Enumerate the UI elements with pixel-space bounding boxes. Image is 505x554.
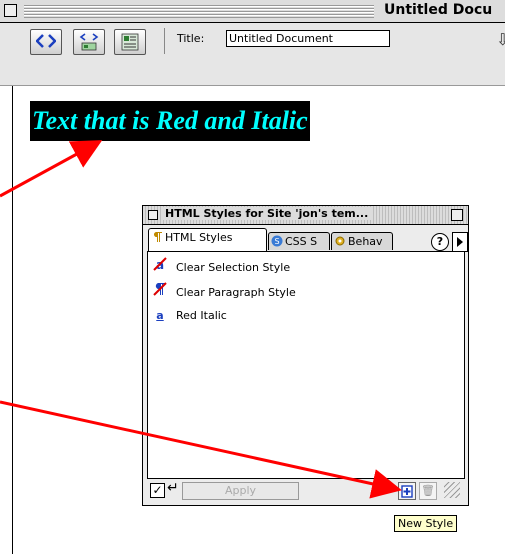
behaviors-icon	[335, 236, 345, 246]
tab-css-styles-label: CSS S	[285, 235, 318, 248]
list-item-label: Red Italic	[176, 309, 227, 322]
clear-selection-icon: a	[152, 257, 168, 277]
list-item-clear-selection[interactable]: a Clear Selection Style	[152, 257, 290, 275]
window-title: Untitled Docu	[380, 2, 493, 18]
title-input[interactable]	[226, 30, 390, 47]
return-icon: ↵	[167, 480, 179, 496]
clear-paragraph-icon	[152, 282, 168, 302]
resize-grip[interactable]	[444, 482, 460, 498]
list-item-clear-paragraph[interactable]: Clear Paragraph Style	[152, 282, 296, 300]
design-view-button[interactable]	[114, 29, 146, 55]
tab-behaviors[interactable]: Behav	[331, 232, 393, 250]
list-item-label: Clear Paragraph Style	[176, 286, 296, 299]
apply-checkbox[interactable]: ✓	[150, 483, 165, 498]
window-titlebar[interactable]: Untitled Docu	[0, 0, 505, 23]
tab-behaviors-label: Behav	[348, 235, 383, 248]
new-style-tooltip: New Style	[394, 515, 458, 532]
apply-button[interactable]: Apply	[182, 482, 299, 500]
toolbar-separator	[164, 28, 165, 54]
html-styles-palette: HTML Styles for Site 'jon's tem... HTML …	[142, 205, 469, 506]
style-a-icon: a	[156, 309, 164, 322]
split-view-button[interactable]	[73, 29, 105, 55]
help-icon[interactable]: ?	[431, 233, 449, 251]
list-item-label: Clear Selection Style	[176, 261, 291, 274]
new-style-button[interactable]	[398, 482, 416, 500]
code-view-icon	[36, 34, 56, 48]
tab-scroll-right-icon[interactable]	[452, 232, 468, 252]
trash-icon[interactable]: 🗑	[419, 482, 437, 500]
palette-collapse-box[interactable]	[451, 209, 463, 221]
tab-css-styles[interactable]: S CSS S	[268, 232, 330, 250]
code-view-button[interactable]	[30, 29, 62, 55]
tab-html-styles-label: HTML Styles	[165, 231, 233, 244]
palette-bottom-bar: ✓ ↵ Apply 🗑	[147, 480, 463, 500]
html-styles-icon	[153, 232, 162, 242]
window-close-box[interactable]	[4, 4, 17, 17]
svg-text:S: S	[275, 237, 280, 246]
palette-close-box[interactable]	[148, 210, 158, 220]
css-styles-icon: S	[271, 235, 283, 247]
design-view-icon	[121, 33, 139, 51]
tab-html-styles[interactable]: HTML Styles	[148, 228, 267, 251]
title-label: Title:	[177, 32, 205, 45]
new-style-icon	[401, 485, 413, 498]
toolbar-overflow-icon[interactable]: ⇩	[496, 30, 505, 49]
split-view-icon	[79, 33, 99, 51]
palette-titlebar[interactable]: HTML Styles for Site 'jon's tem...	[143, 206, 468, 225]
titlebar-stripes	[24, 4, 374, 18]
document-left-edge	[0, 86, 13, 554]
list-item-red-italic[interactable]: a Red Italic	[152, 307, 227, 325]
styles-list: a Clear Selection Style Clear Paragraph S…	[147, 251, 465, 479]
palette-title: HTML Styles for Site 'jon's tem...	[161, 207, 373, 220]
red-italic-text[interactable]: Text that is Red and Italic	[30, 101, 310, 141]
